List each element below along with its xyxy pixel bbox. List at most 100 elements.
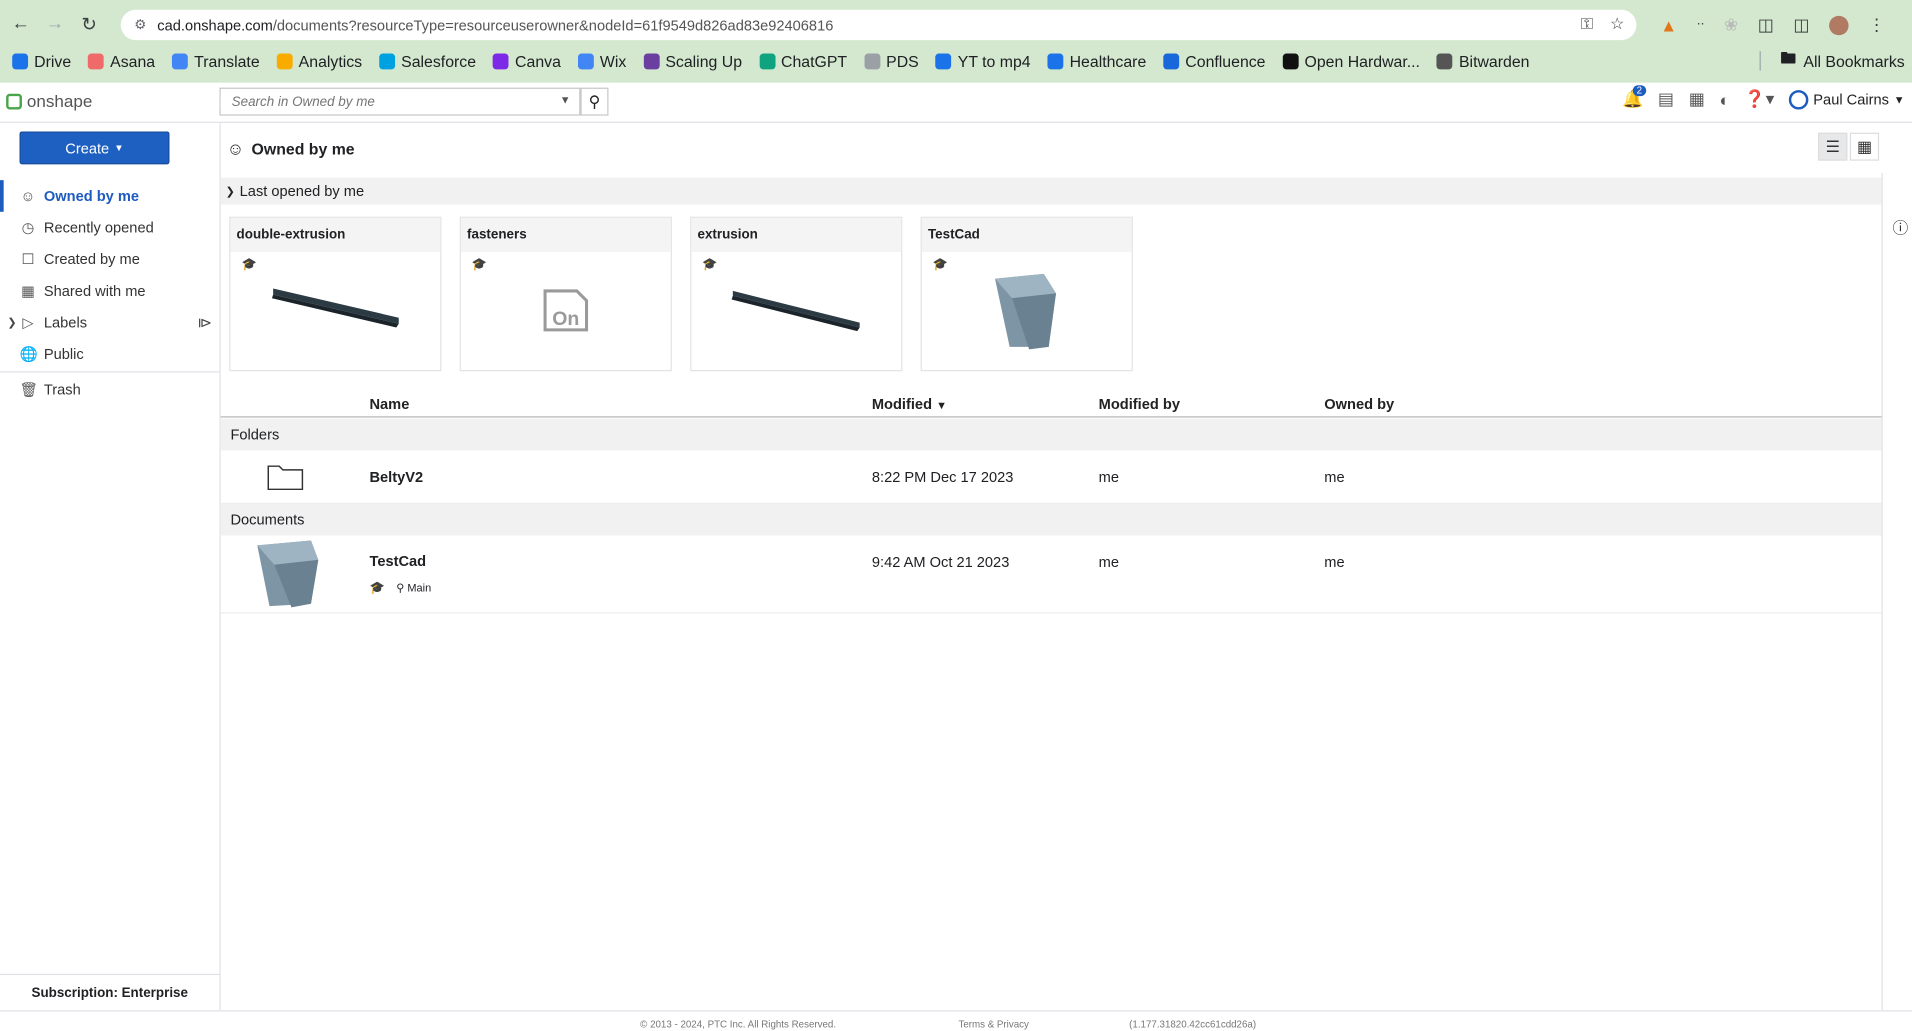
sidebar-item-label: Trash [43,380,81,399]
document-card[interactable]: extrusion 🎓 [690,216,903,372]
subscription-label: Subscription: [31,985,118,1000]
table-row[interactable]: TestCad 🎓 ⚲ Main 9:42 AM Oct 21 2023 me … [220,536,1882,614]
bookmark-favicon-icon [577,52,594,69]
bookmark-item[interactable]: Scaling Up [643,52,742,70]
sidepanel-icon[interactable]: ◫ [1793,15,1809,36]
row-modified: 8:22 PM Dec 17 2023 [871,468,1014,486]
site-info-icon[interactable]: ⚙ [130,15,150,34]
documents-group-header: Documents [220,503,1882,536]
learning-icon[interactable]: ◐ [1719,89,1729,108]
row-name[interactable]: BeltyV2 [369,469,423,486]
table-row[interactable]: BeltyV2 8:22 PM Dec 17 2023 me me [220,450,1882,504]
copyright-text: © 2013 - 2024, PTC Inc. All Rights Reser… [640,1018,837,1030]
onshape-logo[interactable]: onshape [6,91,92,111]
main-content: ☺ Owned by me ☰ ▦ ❯ Last opened by me do… [220,123,1882,1010]
sidebar-nav: ☺ Owned by me ◷ Recently opened ☐ Create… [0,180,220,406]
address-bar[interactable]: ⚙ cad.onshape.com/documents?resourceType… [120,9,1637,41]
tasks-icon[interactable]: ▤ [1658,89,1674,110]
add-label-icon[interactable]: ⧐ [198,314,213,331]
sidebar-item-trash[interactable]: 🗑 Trash [0,374,219,406]
bookmark-favicon-icon [1163,52,1180,69]
bookmark-favicon-icon [276,52,293,69]
sidebar-item-owned-by-me[interactable]: ☺ Owned by me [0,180,219,212]
bookmark-item[interactable]: Wix [577,52,626,70]
bookmark-item[interactable]: Analytics [276,52,362,70]
document-card[interactable]: double-extrusion 🎓 [229,216,442,372]
back-icon[interactable]: ← [7,10,34,37]
details-panel-toggle: ⓘ [1881,172,1912,1011]
terms-link[interactable]: Terms & Privacy [958,1019,1028,1030]
recent-section-header[interactable]: ❯ Last opened by me [220,177,1882,205]
menu-icon[interactable]: ⋮ [1868,15,1885,36]
app-header-actions: 🔔 2 ▤ ▦ ◐ ❓▾ Paul Cairns ▼ [1622,85,1905,110]
reload-icon[interactable]: ↻ [76,10,103,37]
chevron-down-icon: ❯ [225,184,235,197]
url-text: cad.onshape.com/documents?resourceType=r… [157,16,834,34]
bookmark-item[interactable]: ChatGPT [759,52,847,70]
sidebar: Create ▼ ☺ Owned by me ◷ Recently opened… [0,122,221,1011]
bookmark-item[interactable]: Confluence [1163,52,1266,70]
sidebar-item-label: Shared with me [43,282,146,300]
bookmark-item[interactable]: Healthcare [1047,52,1146,70]
onshape-placeholder-icon: On [543,289,589,332]
bookmark-item[interactable]: Asana [88,52,155,70]
bookmark-item[interactable]: Open Hardwar... [1282,52,1420,70]
puzzle-icon[interactable]: ◫ [1758,15,1774,36]
sidebar-item-public[interactable]: 🌐 Public [0,338,219,370]
user-menu[interactable]: Paul Cairns ▼ [1788,89,1905,109]
bookmark-item[interactable]: Translate [172,52,260,70]
bookmark-item[interactable]: Bitwarden [1437,52,1529,70]
extension-icon[interactable]: ⋅⋅ [1697,18,1705,31]
column-name[interactable]: Name [369,396,409,413]
bookmark-favicon-icon [379,52,396,69]
row-name[interactable]: TestCad [369,553,426,570]
bookmark-item[interactable]: PDS [864,52,919,70]
branch-name: Main [407,581,432,595]
page-header: ☺ Owned by me [227,139,355,158]
bookmark-label: Drive [34,51,72,70]
search-box: ▼ [219,87,581,116]
grid-view-icon[interactable]: ▦ [1849,132,1880,161]
folder-icon [267,465,304,491]
bookmark-item[interactable]: Drive [12,52,71,70]
bookmark-label: Bitwarden [1458,51,1530,70]
notifications-bell-icon[interactable]: 🔔 2 [1622,85,1646,110]
bookmark-star-icon[interactable]: ☆ [1610,15,1624,34]
search-icon[interactable]: ⚲ [580,87,609,116]
row-owned-by: me [1324,468,1345,486]
bookmark-label: Scaling Up [665,51,743,70]
sidebar-item-shared-with-me[interactable]: ▦ Shared with me [0,275,219,307]
sidebar-item-labels[interactable]: ❯ ▷ Labels ⧐ [0,307,219,339]
forward-icon[interactable]: → [41,10,68,37]
search-input[interactable] [220,94,550,109]
document-card[interactable]: TestCad 🎓 [920,216,1133,372]
extension2-icon[interactable]: ❀ [1724,15,1738,36]
bookmark-favicon-icon [935,52,952,69]
chevron-right-icon[interactable]: ❯ [7,316,16,329]
bar-thumbnail [271,288,399,328]
bookmark-item[interactable]: Canva [493,52,561,70]
list-view-icon[interactable]: ☰ [1818,132,1848,161]
metamask-icon[interactable]: ▲ [1660,15,1677,34]
education-cap-icon: 🎓 [369,581,385,596]
onshape-logo-icon [6,93,22,109]
bookmark-item[interactable]: YT to mp4 [935,51,1031,70]
bookmark-label: YT to mp4 [957,51,1031,70]
document-card[interactable]: fasteners 🎓 On [459,216,672,372]
key-icon[interactable]: ⚿ [1581,15,1593,34]
info-icon[interactable]: ⓘ [1892,215,1908,238]
bookmark-favicon-icon [1282,52,1299,69]
app-store-icon[interactable]: ▦ [1689,89,1705,110]
profile-avatar[interactable] [1829,15,1849,35]
sidebar-item-recently-opened[interactable]: ◷ Recently opened [0,212,219,244]
sort-desc-icon: ▼ [936,399,947,412]
help-icon[interactable]: ❓▾ [1744,89,1774,110]
column-modified-by[interactable]: Modified by [1099,396,1180,413]
column-owned-by[interactable]: Owned by [1324,396,1394,413]
sidebar-item-created-by-me[interactable]: ☐ Created by me [0,243,219,275]
create-button[interactable]: Create ▼ [19,131,170,165]
all-bookmarks[interactable]: 🖿 All Bookmarks [1759,46,1905,75]
bookmark-item[interactable]: Salesforce [379,52,476,70]
column-modified[interactable]: Modified ▼ [872,396,947,413]
search-scope-dropdown-icon[interactable]: ▼ [560,94,571,106]
